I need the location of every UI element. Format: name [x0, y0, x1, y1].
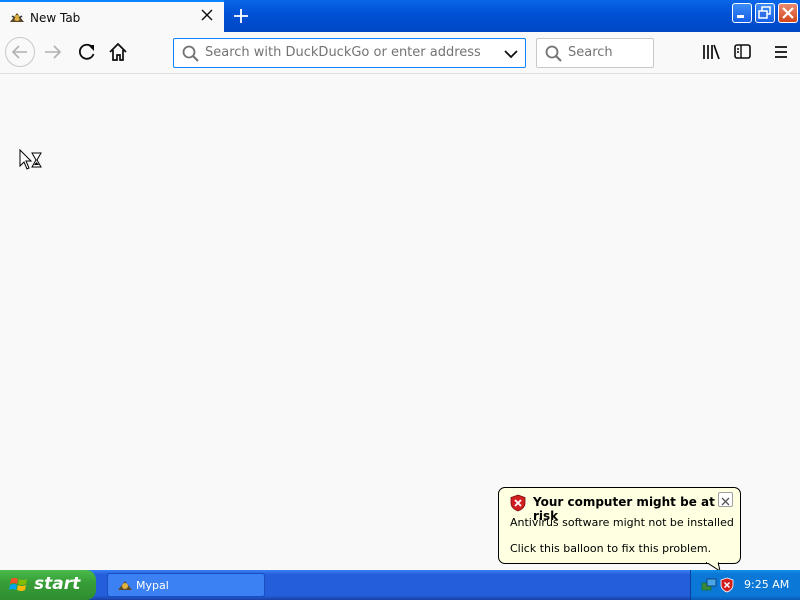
mypal-icon [118, 581, 132, 590]
back-arrow-icon [11, 45, 27, 59]
plus-icon[interactable] [230, 4, 252, 28]
close-icon[interactable] [200, 8, 214, 22]
tab-title: New Tab [30, 11, 81, 25]
busy-cursor-icon [19, 149, 42, 170]
home-icon[interactable] [107, 41, 129, 63]
taskbar-item-label: Mypal [136, 579, 169, 592]
search-bar[interactable]: Search [536, 38, 654, 68]
close-icon [782, 7, 794, 19]
forward-arrow-icon[interactable] [42, 41, 64, 63]
restore-button[interactable] [755, 3, 775, 23]
taskbar: start Mypal 9:25 AM [0, 570, 800, 600]
balloon-close-button[interactable] [718, 492, 733, 507]
clock: 9:25 AM [744, 578, 790, 591]
tab-new-tab[interactable]: New Tab [0, 0, 224, 33]
sidebar-icon[interactable] [732, 41, 754, 63]
search-icon [545, 45, 562, 62]
url-placeholder: Search with DuckDuckGo or enter address [205, 45, 481, 60]
minimize-button[interactable] [732, 3, 752, 23]
navigation-toolbar: Search with DuckDuckGo or enter address … [0, 33, 800, 74]
security-shield-icon[interactable] [719, 577, 735, 593]
close-window-button[interactable] [778, 3, 798, 23]
system-tray: 9:25 AM [690, 570, 800, 600]
security-shield-icon [510, 494, 526, 512]
url-bar[interactable]: Search with DuckDuckGo or enter address [173, 38, 526, 68]
title-bar: New Tab [0, 0, 800, 33]
search-icon [182, 45, 199, 62]
mypal-icon [10, 13, 24, 22]
restore-icon [758, 6, 771, 19]
balloon-action-text: Click this balloon to fix this problem. [510, 542, 712, 555]
balloon-message: Antivirus software might not be installe… [510, 516, 734, 529]
security-balloon[interactable]: Your computer might be at risk Antivirus… [498, 487, 741, 564]
hamburger-menu-icon[interactable] [771, 41, 793, 63]
network-icon[interactable] [701, 577, 717, 593]
search-placeholder: Search [568, 45, 613, 60]
chevron-down-icon[interactable] [503, 46, 519, 62]
start-label: start [34, 574, 81, 594]
taskbar-item-mypal[interactable]: Mypal [107, 573, 265, 597]
minimize-icon [737, 15, 744, 18]
library-icon[interactable] [700, 41, 722, 63]
reload-icon[interactable] [76, 41, 98, 63]
close-icon [721, 497, 730, 506]
windows-logo-icon [9, 578, 27, 591]
back-button[interactable] [5, 37, 35, 67]
start-button[interactable]: start [0, 570, 96, 600]
